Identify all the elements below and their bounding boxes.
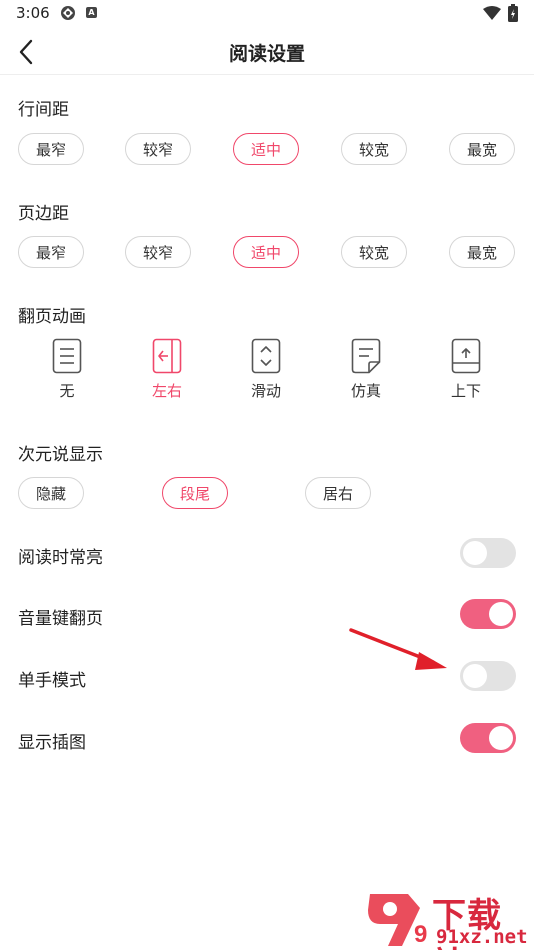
- status-bar: 3:06 A: [0, 0, 534, 28]
- line-spacing-option-widest[interactable]: 最宽: [449, 133, 515, 165]
- toggle-knob: [463, 664, 487, 688]
- ciyuan-option-hide[interactable]: 隐藏: [18, 477, 84, 509]
- page-margin-option-widest[interactable]: 最宽: [449, 236, 515, 268]
- one-hand-mode-label: 单手模式: [18, 671, 86, 691]
- status-time: 3:06: [16, 4, 50, 22]
- line-spacing-option-narrowest[interactable]: 最窄: [18, 133, 84, 165]
- volume-key-page-label: 音量键翻页: [18, 609, 103, 629]
- one-hand-mode-toggle[interactable]: [460, 661, 516, 691]
- animation-label-left-right: 左右: [151, 382, 182, 400]
- page-title: 阅读设置: [228, 43, 305, 65]
- line-spacing-option-medium[interactable]: 适中: [233, 133, 299, 165]
- keep-screen-on-label: 阅读时常亮: [18, 548, 103, 568]
- watermark: 9 下载站 91xz.net: [362, 888, 534, 950]
- page-slide-icon: [251, 338, 281, 374]
- ciyuan-display-title: 次元说显示: [18, 445, 103, 465]
- animation-label-up-down: 上下: [450, 382, 481, 400]
- line-spacing-option-wide[interactable]: 较宽: [341, 133, 407, 165]
- animation-label-simulation: 仿真: [350, 382, 381, 400]
- page-lines-icon: [52, 338, 82, 374]
- wifi-icon: [483, 6, 501, 20]
- animation-option-simulation[interactable]: 仿真: [331, 338, 401, 408]
- toggle-knob: [489, 726, 513, 750]
- animation-option-none[interactable]: 无: [32, 338, 102, 408]
- app-a-icon: A: [86, 7, 97, 18]
- ciyuan-option-right[interactable]: 居右: [305, 477, 371, 509]
- animation-option-slide[interactable]: 滑动: [231, 338, 301, 408]
- page-margin-option-narrow[interactable]: 较窄: [125, 236, 191, 268]
- show-illustrations-toggle[interactable]: [460, 723, 516, 753]
- watermark-logo-icon: 9: [368, 894, 427, 948]
- line-spacing-title: 行间距: [18, 100, 69, 120]
- app-notification-icon: [61, 6, 75, 20]
- toggle-knob: [463, 541, 487, 565]
- watermark-logo-digit: 9: [414, 921, 427, 948]
- page-curl-icon: [351, 338, 381, 374]
- page-margin-option-narrowest[interactable]: 最窄: [18, 236, 84, 268]
- watermark-url: 91xz.net: [436, 926, 528, 948]
- page-animation-title: 翻页动画: [18, 307, 86, 327]
- page-margin-option-wide[interactable]: 较宽: [341, 236, 407, 268]
- page-margin-title: 页边距: [18, 204, 69, 224]
- page-left-right-icon: [152, 338, 182, 374]
- ciyuan-option-paragraph-end[interactable]: 段尾: [162, 477, 228, 509]
- header-bar: 阅读设置: [0, 28, 534, 75]
- animation-label-none: 无: [59, 382, 75, 400]
- show-illustrations-label: 显示插图: [18, 733, 86, 753]
- animation-option-up-down[interactable]: 上下: [431, 338, 501, 408]
- battery-charging-icon: [508, 4, 518, 22]
- annotation-arrow-icon: [349, 628, 447, 670]
- keep-screen-on-toggle[interactable]: [460, 538, 516, 568]
- page-up-down-icon: [451, 338, 481, 374]
- toggle-knob: [489, 602, 513, 626]
- volume-key-page-toggle[interactable]: [460, 599, 516, 629]
- animation-option-left-right[interactable]: 左右: [132, 338, 202, 408]
- animation-label-slide: 滑动: [250, 382, 281, 400]
- page-margin-option-medium[interactable]: 适中: [233, 236, 299, 268]
- line-spacing-option-narrow[interactable]: 较窄: [125, 133, 191, 165]
